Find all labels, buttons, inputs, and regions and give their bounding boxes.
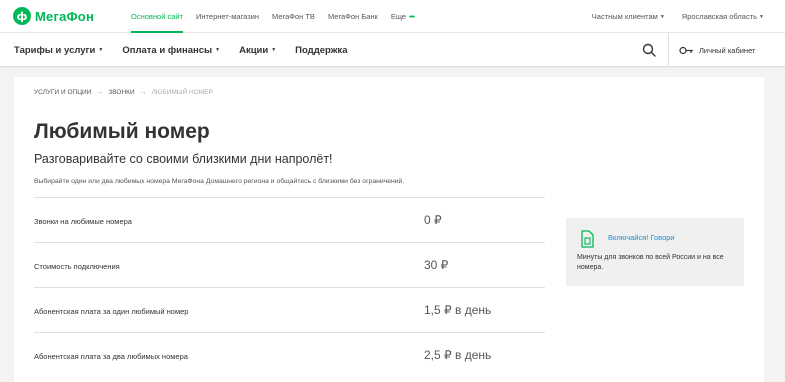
more-dots-icon: ••• [409,12,415,21]
pricing-row: Стоимость подключения 30 ₽ [34,242,545,287]
chevron-down-icon: ▼ [98,46,104,53]
search-button[interactable] [630,33,668,67]
pricing-value: 2,5 ₽ в день [424,348,492,362]
page-subtitle: Разговаривайте со своими близкими дни на… [34,152,333,166]
top-link-bank[interactable]: МегаФон Банк [328,0,378,33]
top-right-selectors: Частным клиентам ▼ Ярославская область ▼ [575,0,764,33]
pricing-label: Звонки на любимые номера [34,217,132,226]
page-title: Любимый номер [34,120,210,143]
account-button[interactable]: Личный кабинет [679,33,755,67]
nav-item-label: Тарифы и услуги [14,44,96,56]
region-label: Ярославская область [681,12,758,21]
chevron-down-icon: ▼ [271,46,277,53]
top-link-tv[interactable]: МегаФон ТВ [272,0,315,33]
pricing-table: Звонки на любимые номера 0 ₽ Стоимость п… [34,197,545,377]
svg-text:ф: ф [17,10,28,22]
chevron-down-icon: ▼ [659,14,665,21]
content-card: УСЛУГИ И ОПЦИИ → ЗВОНКИ → ЛЮБИМЫЙ НОМЕР … [14,77,764,382]
sim-card-icon [581,230,594,248]
nav-item-label: Оплата и финансы [122,44,213,56]
chevron-down-icon: ▼ [759,14,764,21]
top-link-shop[interactable]: Интернет-магазин [196,0,259,33]
pricing-row: Абонентская плата за два любимых номера … [34,332,545,377]
top-link-more[interactable]: Еще ••• [390,0,415,33]
arrow-right-icon: → [96,89,104,96]
brand-name: МегаФон [35,8,94,24]
pricing-value: 1,5 ₽ в день [424,303,492,317]
pricing-row: Абонентская плата за один любимый номер … [34,287,545,332]
top-links: Основной сайт Интернет-магазин МегаФон Т… [131,0,427,33]
search-icon [642,43,656,57]
main-nav: Тарифы и услуги ▼ Оплата и финансы ▼ Акции… [0,33,785,67]
promo-link[interactable]: Включайся! Говори [608,233,675,242]
pricing-value: 30 ₽ [424,258,449,272]
account-label: Личный кабинет [699,45,756,55]
page-description: Выбирайте один или два любимых номера Ме… [34,178,405,185]
top-bar: ф МегаФон Основной сайт Интернет-магазин… [0,0,785,33]
breadcrumb-calls[interactable]: ЗВОНКИ [108,89,134,96]
pricing-label: Абонентская плата за один любимый номер [34,307,189,316]
breadcrumb-current: ЛЮБИМЫЙ НОМЕР [151,89,213,96]
pricing-label: Стоимость подключения [34,262,120,271]
region-select[interactable]: Ярославская область ▼ [682,12,764,21]
nav-item-label: Поддержка [295,44,348,56]
nav-item-support[interactable]: Поддержка [295,45,347,56]
pricing-row: Звонки на любимые номера 0 ₽ [34,197,545,242]
megafon-logo[interactable]: ф МегаФон [13,7,94,25]
client-type-select[interactable]: Частным клиентам ▼ [592,12,665,21]
arrow-right-icon: → [139,89,147,96]
pricing-value: 0 ₽ [424,213,442,227]
key-icon [679,46,693,54]
nav-item-label: Акции [239,44,269,56]
nav-item-promotions[interactable]: Акции ▼ [239,45,276,56]
nav-item-tariffs[interactable]: Тарифы и услуги ▼ [14,45,103,56]
client-type-label: Частным клиентам [591,12,658,21]
promo-text: Минуты для звонков по всей России и на в… [577,254,724,271]
chevron-down-icon: ▼ [215,46,221,53]
megafon-logo-icon: ф [13,7,31,25]
promo-block[interactable]: Включайся! Говори Минуты для звонков по … [566,218,744,286]
top-link-more-label: Еще [390,12,407,21]
main-nav-items: Тарифы и услуги ▼ Оплата и финансы ▼ Акции… [14,33,366,67]
breadcrumb: УСЛУГИ И ОПЦИИ → ЗВОНКИ → ЛЮБИМЫЙ НОМЕР [34,89,213,96]
pricing-label: Абонентская плата за два любимых номера [34,352,188,361]
nav-divider [668,33,669,67]
nav-item-payments[interactable]: Оплата и финансы ▼ [122,45,220,56]
top-link-main-site[interactable]: Основной сайт [131,0,184,33]
breadcrumb-services[interactable]: УСЛУГИ И ОПЦИИ [34,89,91,96]
